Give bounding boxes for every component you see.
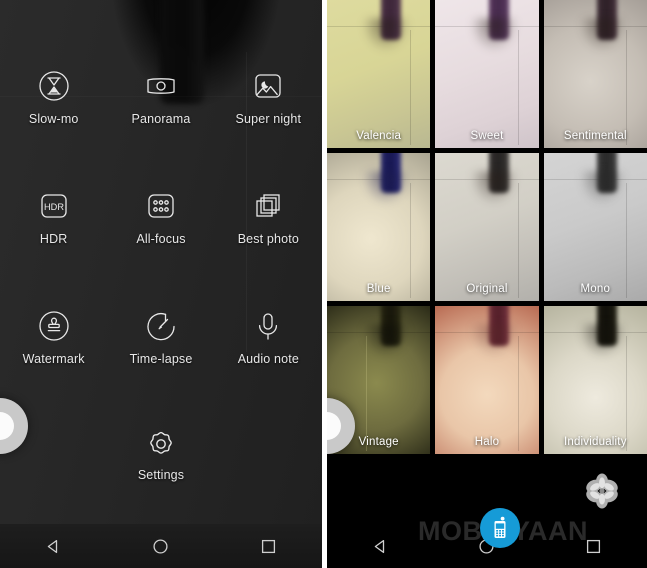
flower-filter-icon[interactable] (581, 470, 623, 512)
filter-label: Sweet (470, 130, 504, 142)
mode-item-slow-mo[interactable]: Slow-mo (0, 60, 107, 156)
mode-label: Super night (235, 112, 302, 126)
filter-preview-thumbnail (543, 306, 647, 454)
filter-label: Sentimental (563, 130, 627, 142)
filter-tile-sentimental[interactable]: Sentimental (543, 0, 647, 148)
mode-item-time-lapse[interactable]: Time-lapse (107, 300, 214, 396)
filter-grid: Valencia Sweet Sentimental Blue Original… (327, 0, 647, 454)
stacked-photos-icon (251, 180, 285, 232)
all-focus-dots-icon (144, 180, 178, 232)
mode-label: Best photo (237, 232, 299, 246)
filter-label: Valencia (356, 130, 402, 142)
filter-tile-sweet[interactable]: Sweet (435, 0, 539, 148)
mode-item-super-night[interactable]: Super night (215, 60, 322, 156)
filter-label: Mono (580, 283, 611, 295)
hourglass-icon (37, 60, 71, 112)
android-navigation-bar (0, 524, 322, 568)
filter-tile-blue[interactable]: Blue (327, 153, 431, 301)
screenshot-root: Slow-mo Panorama Super night HDR HDR All… (0, 0, 647, 568)
mode-item-best-photo[interactable]: Best photo (215, 180, 322, 276)
back-triangle-icon[interactable] (30, 524, 78, 568)
filter-label: Halo (474, 436, 500, 448)
filter-label: Blue (366, 283, 391, 295)
settings-label: Settings (137, 468, 185, 482)
hdr-icon: HDR (37, 180, 71, 232)
mode-grid: Slow-mo Panorama Super night HDR HDR All… (0, 60, 322, 396)
recents-square-icon[interactable] (570, 524, 618, 568)
gear-icon (144, 420, 178, 468)
panorama-icon (143, 60, 179, 112)
stamp-icon (37, 300, 71, 352)
filter-label: Original (466, 283, 508, 295)
filter-picker-panel: Valencia Sweet Sentimental Blue Original… (327, 0, 647, 568)
mode-item-audio-note[interactable]: Audio note (215, 300, 322, 396)
filter-tile-valencia[interactable]: Valencia (327, 0, 431, 148)
mode-label: Panorama (131, 112, 191, 126)
camera-mode-menu-panel: Slow-mo Panorama Super night HDR HDR All… (0, 0, 322, 568)
filter-preview-thumbnail (543, 0, 647, 148)
microphone-icon (251, 300, 285, 352)
filter-preview-thumbnail (435, 153, 539, 301)
mode-item-hdr[interactable]: HDR HDR (0, 180, 107, 276)
mode-item-panorama[interactable]: Panorama (107, 60, 214, 156)
mode-label: Audio note (237, 352, 299, 366)
mode-label: Watermark (22, 352, 85, 366)
filter-tile-original[interactable]: Original (435, 153, 539, 301)
back-triangle-icon[interactable] (356, 524, 404, 568)
mode-item-settings[interactable]: Settings (0, 420, 322, 482)
home-circle-icon[interactable] (463, 524, 511, 568)
android-navigation-bar (327, 524, 647, 568)
mode-label: HDR (39, 232, 68, 246)
filter-toolbar (327, 462, 647, 522)
mode-label: Time-lapse (129, 352, 193, 366)
filter-preview-thumbnail (327, 0, 431, 148)
recents-square-icon[interactable] (244, 524, 292, 568)
filter-preview-thumbnail (435, 0, 539, 148)
filter-tile-halo[interactable]: Halo (435, 306, 539, 454)
filter-preview-thumbnail (327, 153, 431, 301)
filter-label: Individuality (563, 436, 627, 448)
filter-tile-individuality[interactable]: Individuality (543, 306, 647, 454)
mode-label: Slow-mo (28, 112, 79, 126)
home-circle-icon[interactable] (137, 524, 185, 568)
timer-dial-icon (144, 300, 178, 352)
mode-item-all-focus[interactable]: All-focus (107, 180, 214, 276)
svg-text:HDR: HDR (44, 202, 64, 212)
filter-preview-thumbnail (543, 153, 647, 301)
mode-label: All-focus (136, 232, 186, 246)
night-landscape-icon (251, 60, 285, 112)
filter-preview-thumbnail (435, 306, 539, 454)
filter-tile-mono[interactable]: Mono (543, 153, 647, 301)
mode-item-watermark[interactable]: Watermark (0, 300, 107, 396)
